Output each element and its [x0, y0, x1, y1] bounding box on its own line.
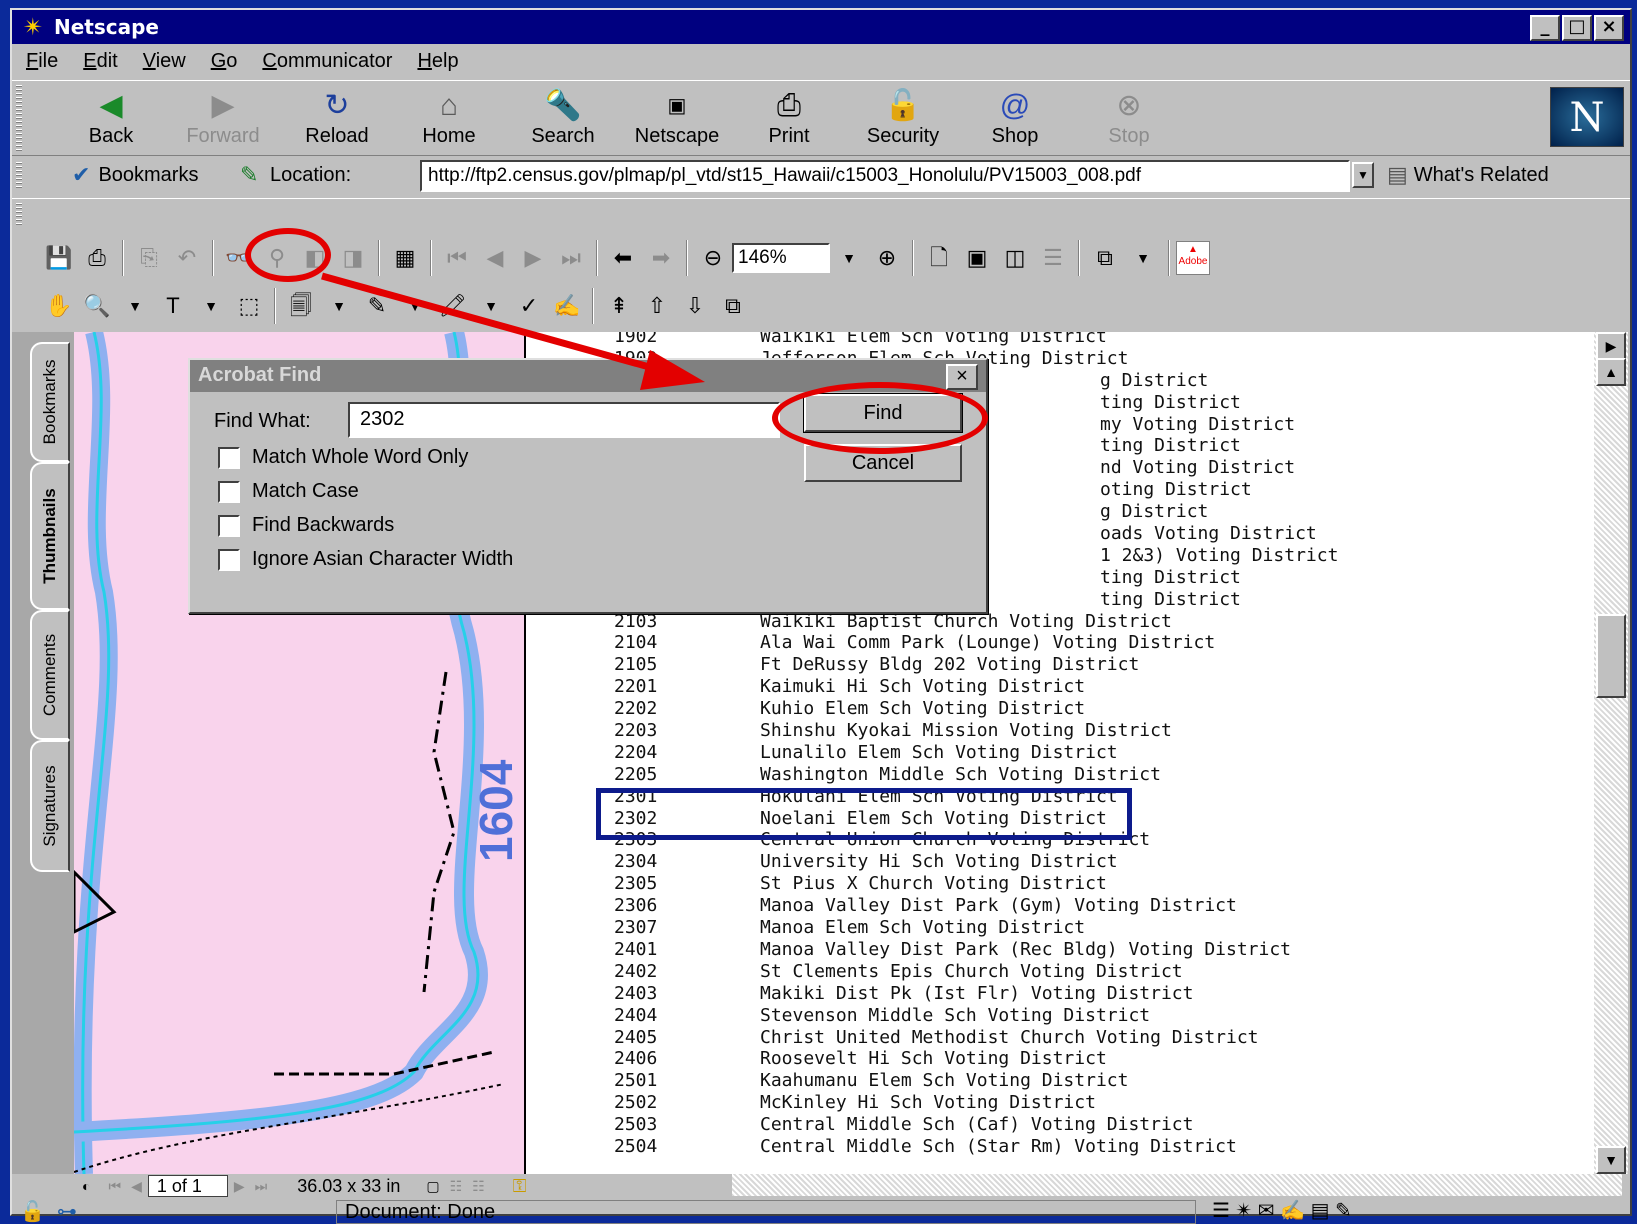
highlighted-search-result: [596, 788, 1132, 840]
annotation-arrow: [321, 272, 705, 390]
